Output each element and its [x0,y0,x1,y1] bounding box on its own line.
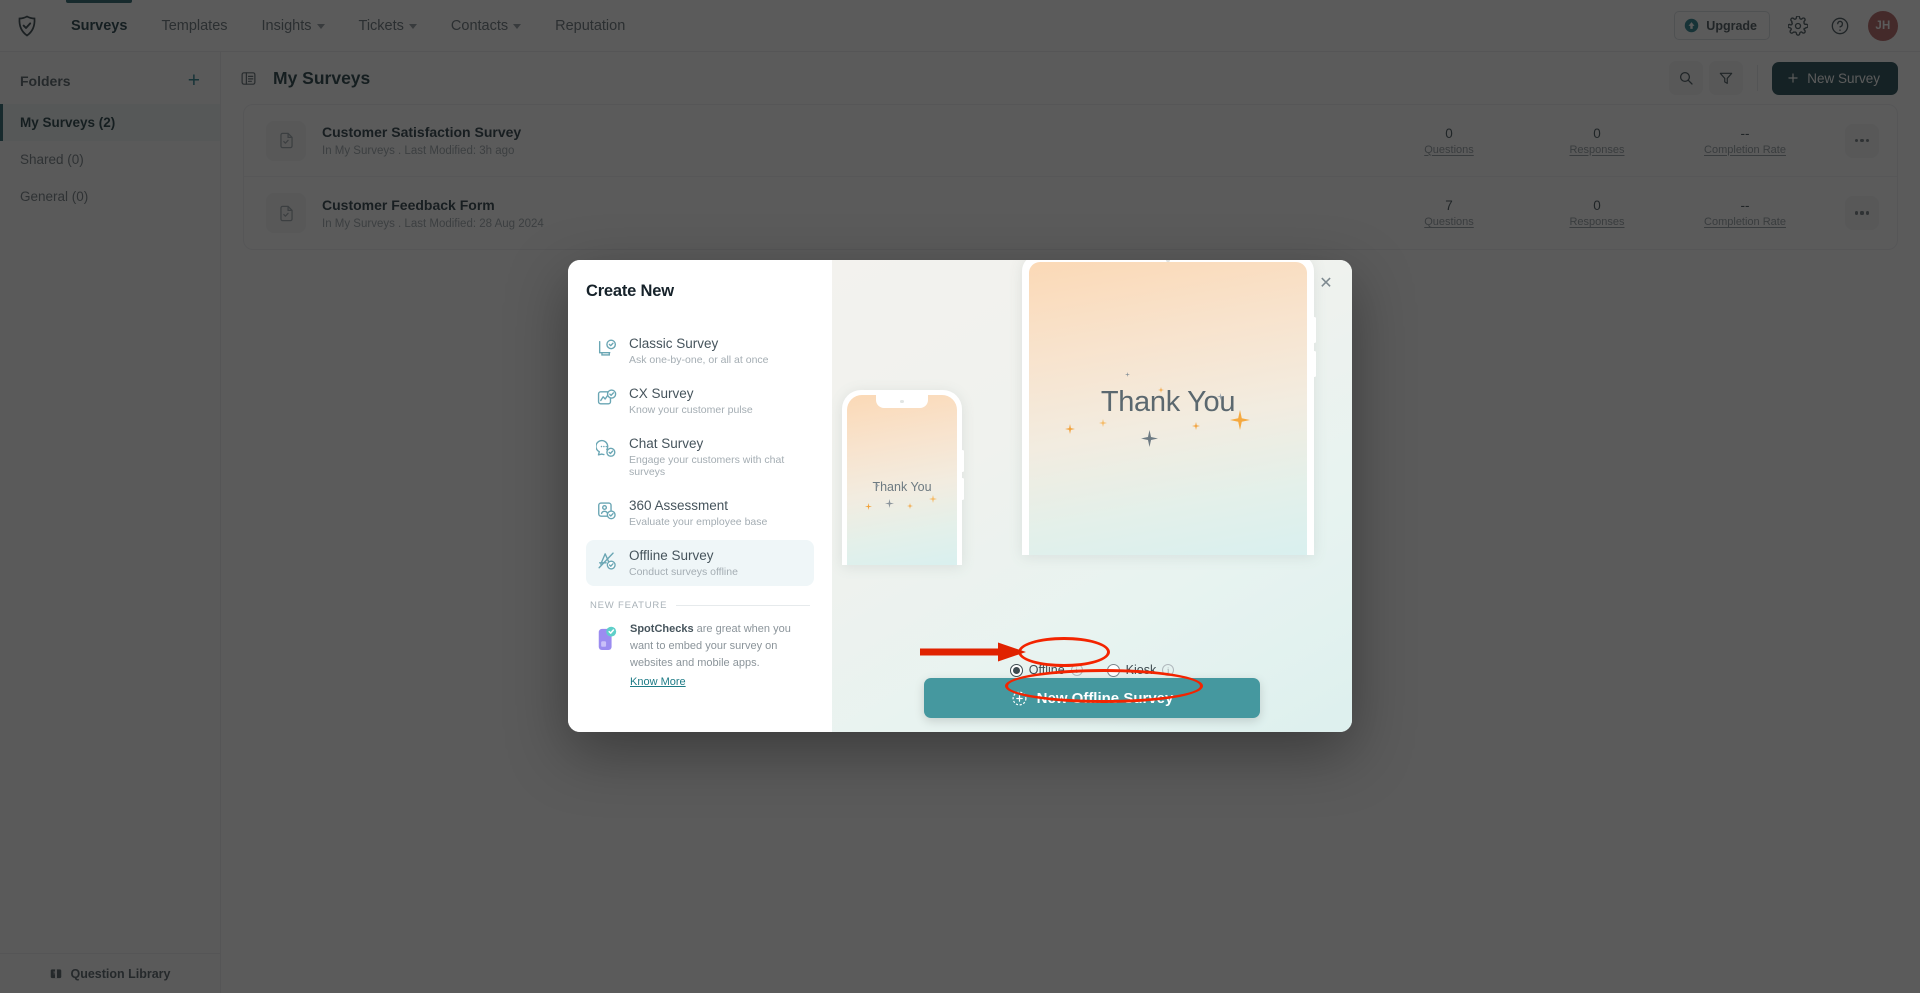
survey-type-name: 360 Assessment [629,498,729,513]
create-new-modal: Create New Classic Survey Ask one-by-one… [568,260,1352,732]
survey-type-cx-survey[interactable]: CX Survey Know your customer pulse [586,378,814,424]
survey-type-360-assessment[interactable]: 360 Assessment Evaluate your employee ba… [586,490,814,536]
offline-survey-icon [598,552,616,570]
phone-side-button [961,450,964,472]
phone-mockup: Thank You [842,390,964,565]
survey-type-name: Offline Survey [629,548,714,563]
survey-type-desc: Ask one-by-one, or all at once [629,354,769,366]
app-root: Surveys Templates Insights Tickets Conta… [0,0,1920,993]
tablet-thank-you-text: Thank You [1100,386,1236,418]
survey-type-offline-survey[interactable]: Offline Survey Conduct surveys offline [586,540,814,586]
phone-camera-dot [900,399,904,404]
phone-screen: Thank You [847,395,957,565]
survey-type-name: CX Survey [629,386,694,401]
sparkle-icon [1099,419,1107,427]
chat-survey-icon [596,439,616,457]
new-feature-label: NEW FEATURE [590,600,668,611]
survey-mode-options: Offline i Kiosk i [832,663,1352,677]
spotchecks-promo: SpotChecks are great when you want to em… [586,611,814,690]
phone-notch [876,395,928,408]
survey-type-list: Classic Survey Ask one-by-one, or all at… [586,328,814,586]
tablet-side-button [1313,351,1316,377]
tablet-mockup: Thank You [1022,260,1316,555]
survey-type-desc: Engage your customers with chat surveys [629,454,785,478]
sparkle-icon [1192,422,1200,430]
survey-type-name: Classic Survey [629,336,719,351]
tablet-side-button [1313,317,1316,343]
survey-type-desc: Conduct surveys offline [629,566,738,578]
radio-option-offline[interactable]: Offline i [1009,663,1083,677]
radio-button[interactable] [1009,663,1023,677]
survey-type-text: Chat Survey Engage your customers with c… [629,436,804,478]
sparkle-icon [907,503,913,509]
modal-left-panel: Create New Classic Survey Ask one-by-one… [568,260,832,732]
sparkle-icon [1125,372,1130,377]
cta-label: New Offline Survey [1036,689,1174,707]
survey-type-text: Classic Survey Ask one-by-one, or all at… [629,336,769,366]
radio-label: Offline [1028,663,1065,677]
close-icon[interactable]: ✕ [1316,274,1336,294]
survey-type-name: Chat Survey [629,436,704,451]
survey-type-chat-survey[interactable]: Chat Survey Engage your customers with c… [586,428,814,486]
divider-line [676,605,810,606]
spotchecks-text-block: SpotChecks are great when you want to em… [630,621,808,690]
survey-type-desc: Know your customer pulse [629,404,753,416]
sparkle-icon [885,499,894,508]
spotchecks-bold: SpotChecks [630,623,694,635]
radio-option-kiosk[interactable]: Kiosk i [1106,663,1175,677]
sparkle-icon [929,495,937,503]
classic-survey-icon [598,339,617,356]
survey-type-classic-survey[interactable]: Classic Survey Ask one-by-one, or all at… [586,328,814,374]
phone-side-button [961,478,964,500]
add-circle-icon [1012,691,1027,705]
modal-preview-panel: ✕ Thank You Thank You Offline i Kiosk i … [832,260,1352,732]
info-icon[interactable]: i [1162,664,1175,676]
new-offline-survey-button[interactable]: New Offline Survey [924,678,1260,718]
survey-type-text: Offline Survey Conduct surveys offline [629,548,738,578]
modal-title: Create New [586,282,674,300]
cta-container: New Offline Survey [832,678,1352,718]
radio-label: Kiosk [1125,663,1157,677]
sparkle-icon [1065,424,1075,434]
sparkle-icon [865,503,872,510]
survey-type-text: CX Survey Know your customer pulse [629,386,753,416]
radio-button[interactable] [1106,663,1120,677]
survey-type-text: 360 Assessment Evaluate your employee ba… [629,498,767,528]
assessment-360-icon [598,502,616,520]
sparkle-icon [1141,430,1158,447]
new-feature-divider: NEW FEATURE [586,600,814,611]
spotchecks-text: SpotChecks are great when you want to em… [630,621,808,672]
tablet-screen: Thank You [1029,262,1307,555]
spotchecks-phone-icon [598,626,617,650]
info-icon[interactable]: i [1070,664,1083,676]
survey-type-desc: Evaluate your employee base [629,516,768,528]
cx-survey-icon [597,389,617,405]
know-more-link[interactable]: Know More [630,676,686,688]
phone-thank-you-text: Thank You [872,480,932,494]
